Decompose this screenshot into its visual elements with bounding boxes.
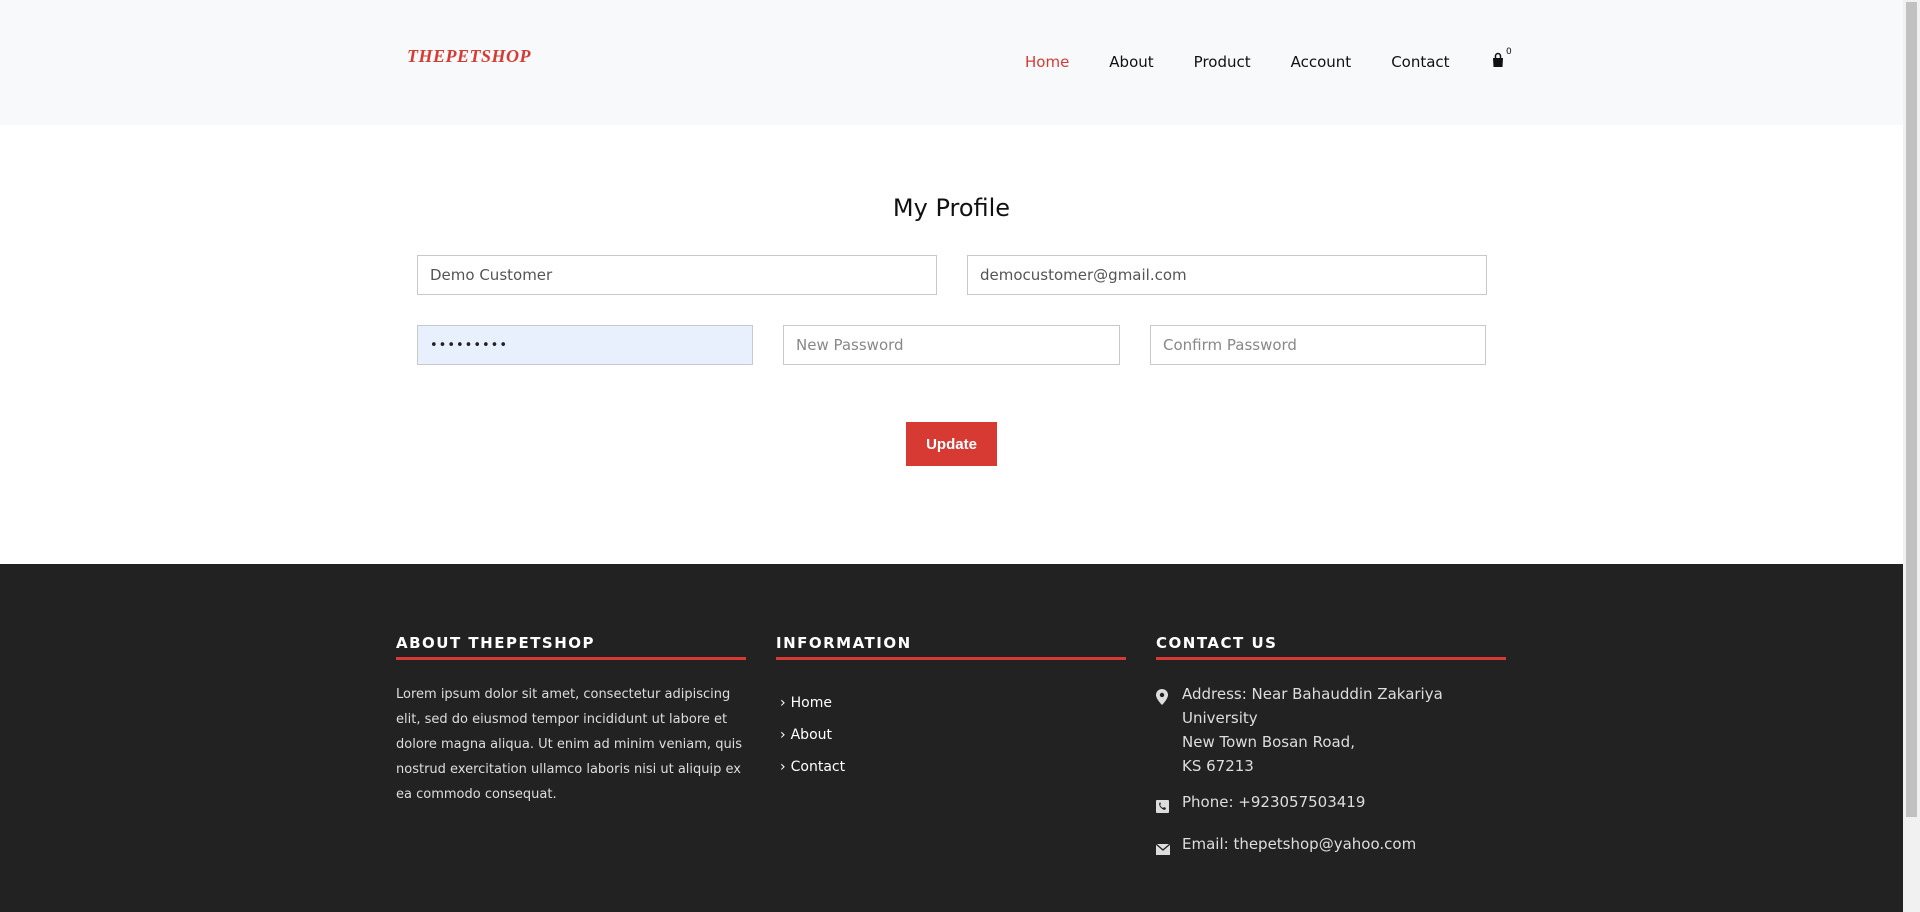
name-input[interactable]: Demo Customer bbox=[417, 255, 937, 295]
main-nav: Home About Product Account Contact bbox=[1025, 52, 1490, 72]
update-button[interactable]: Update bbox=[906, 422, 997, 466]
nav-product[interactable]: Product bbox=[1194, 52, 1251, 72]
footer-link-about[interactable]: › About bbox=[780, 719, 845, 751]
nav-account[interactable]: Account bbox=[1291, 52, 1352, 72]
contact-email: Email: thepetshop@yahoo.com bbox=[1155, 832, 1516, 862]
footer-about-title: ABOUT THEPETSHOP bbox=[396, 634, 596, 652]
site-header: THEPETSHOP Home About Product Account Co… bbox=[0, 0, 1903, 125]
footer-contact-title: CONTACT US bbox=[1156, 634, 1278, 652]
cart-count-badge: 0 bbox=[1506, 47, 1512, 57]
map-marker-icon bbox=[1156, 688, 1170, 778]
footer-link-home[interactable]: › Home bbox=[780, 687, 845, 719]
nav-about[interactable]: About bbox=[1109, 52, 1153, 72]
footer-info-title: INFORMATION bbox=[776, 634, 912, 652]
email-input[interactable]: democustomer@gmail.com bbox=[967, 255, 1487, 295]
footer-divider bbox=[776, 657, 1126, 660]
phone-icon bbox=[1156, 796, 1170, 820]
new-password-input[interactable]: New Password bbox=[783, 325, 1120, 365]
footer-divider bbox=[396, 657, 746, 660]
chevron-right-icon: › bbox=[780, 695, 786, 711]
confirm-password-input[interactable]: Confirm Password bbox=[1150, 325, 1486, 365]
footer-about-text: Lorem ipsum dolor sit amet, consectetur … bbox=[396, 687, 743, 802]
contact-phone: Phone: +923057503419 bbox=[1156, 790, 1516, 820]
site-footer: ABOUT THEPETSHOP Lorem ipsum dolor sit a… bbox=[0, 564, 1903, 912]
nav-contact[interactable]: Contact bbox=[1391, 52, 1449, 72]
envelope-icon bbox=[1155, 838, 1171, 862]
nav-home[interactable]: Home bbox=[1025, 52, 1069, 72]
footer-info-links: › Home › About › Contact bbox=[780, 687, 845, 783]
chevron-right-icon: › bbox=[780, 727, 786, 743]
footer-divider bbox=[1156, 657, 1506, 660]
chevron-right-icon: › bbox=[780, 759, 786, 775]
footer-contact-info: Address: Near Bahauddin Zakariya Univers… bbox=[1155, 682, 1516, 874]
current-password-input[interactable]: ••••••••• bbox=[417, 325, 753, 365]
contact-address: Address: Near Bahauddin Zakariya Univers… bbox=[1156, 682, 1516, 778]
footer-link-contact[interactable]: › Contact bbox=[780, 751, 845, 783]
page-title: My Profile bbox=[892, 194, 1011, 222]
site-logo[interactable]: THEPETSHOP bbox=[407, 46, 531, 67]
scrollbar-thumb[interactable] bbox=[1906, 2, 1917, 817]
